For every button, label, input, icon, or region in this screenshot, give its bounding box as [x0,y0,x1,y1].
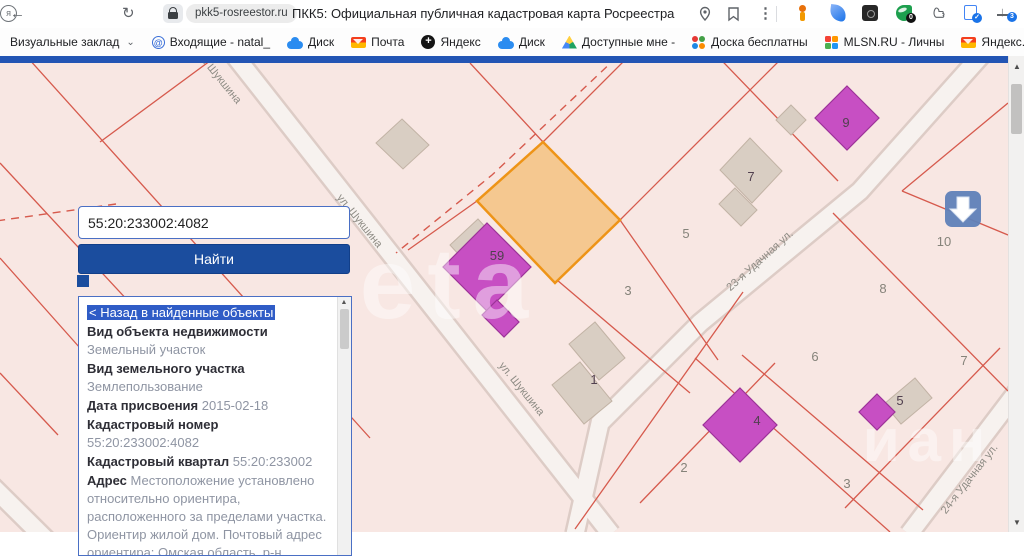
info-row: Вид объекта недвижимости Земельный участ… [87,323,332,359]
building[interactable] [376,119,429,169]
info-row: Адрес Местоположение установлено относит… [87,472,332,555]
parcel-number: 59 [490,248,504,263]
bookmark-yandex[interactable]: +Яндекс [421,35,480,49]
parcel-number: 7 [747,169,754,184]
drive-triangle-icon [562,36,577,49]
parcel-number: 9 [842,115,849,130]
parcel-number: 10 [937,234,951,249]
panel-scroll-thumb[interactable] [340,309,349,349]
bookmarks-bar: Визуальные заклад⌄ @Входящие - natal_ Ди… [0,28,1024,56]
location-pin-icon[interactable] [697,6,713,22]
building[interactable] [776,105,806,135]
parcel-info-content: < Назад в найденные объекты Вид объекта … [79,297,338,555]
yandex-plus-icon: + [421,35,435,49]
download-badge: 3 [1007,12,1017,22]
bookmark-shared[interactable]: Доступные мне - [562,35,675,49]
extension-hand-icon[interactable] [930,5,946,21]
menu-dots-icon[interactable]: ⋮ [758,4,773,24]
parcel-number: 6 [811,349,818,364]
info-row: Кадастровый квартал 55:20:233002 [87,453,332,471]
toolbar-divider [776,6,777,22]
find-button[interactable]: Найти [78,244,350,274]
map-arrow-button[interactable] [945,191,981,227]
cloud-icon [498,41,514,49]
doc-check-badge: ✓ [972,13,982,23]
scroll-down-icon[interactable]: ▼ [1009,518,1024,527]
building-4[interactable] [703,388,777,462]
parcel-number: 2 [680,460,687,475]
page-scrollbar[interactable]: ▲ ▼ [1008,56,1024,532]
cadastral-search-input[interactable] [78,206,350,239]
extension-dark-icon[interactable] [862,5,878,21]
extension-badge: 0 [906,13,916,23]
back-to-results-link[interactable]: < Назад в найденные объекты [87,305,275,320]
color-dots-icon [692,35,706,49]
extension-feather-icon[interactable] [829,4,847,22]
page-title: ПКК5: Официальная публичная кадастровая … [292,6,674,21]
browser-toolbar: ← я ↻ pkk5-rosreestor.ru ПКК5: Официальн… [0,0,1024,29]
parcel-number: 4 [753,413,760,428]
cloud-icon [287,41,303,49]
parcel-number: 1 [590,372,597,387]
parcel-number: 5 [896,393,903,408]
bookmark-mlsn[interactable]: MLSN.RU - Личны [825,35,945,49]
scroll-up-icon[interactable]: ▲ [1009,62,1024,71]
info-row: Дата присвоения 2015-02-18 [87,397,332,415]
address-bar[interactable]: pkk5-rosreestor.ru [186,4,297,23]
envelope-icon [351,37,366,48]
lock-body [168,12,178,19]
bookmark-icon[interactable] [726,6,741,22]
bookmark-board[interactable]: Доска бесплатны [692,35,808,49]
chevron-down-icon: ⌄ [126,37,134,48]
yandex-browser-icon[interactable]: я [0,5,17,22]
bookmark-visual-tabs[interactable]: Визуальные заклад⌄ [10,35,135,49]
panel-accent-square [77,275,89,287]
mail-at-icon: @ [152,36,165,49]
scroll-up-icon[interactable]: ▲ [338,299,350,306]
info-row: Вид земельного участка Землепользование [87,360,332,396]
site-header-bar [0,56,1008,63]
bookmark-inbox[interactable]: @Входящие - natal_ [152,35,270,49]
envelope-icon [961,37,976,48]
extension-orange-icon[interactable] [794,5,810,21]
parcel-info-panel: < Назад в найденные объекты Вид объекта … [78,296,352,556]
parcel-number: 7 [960,353,967,368]
download-icon[interactable]: ↓ [999,4,1006,19]
scroll-thumb[interactable] [1011,84,1022,134]
panel-scrollbar[interactable]: ▲ [337,297,351,555]
reload-icon[interactable]: ↻ [122,4,135,24]
info-row: Кадастровый номер 55:20:233002:4082 [87,416,332,452]
bookmark-mail[interactable]: Почта [351,35,404,49]
parcel-number: 3 [624,283,631,298]
parcel-number: 8 [879,281,886,296]
parcel-number: 5 [682,226,689,241]
watermark: eta [360,228,541,340]
color-grid-icon [825,35,839,49]
bookmark-disk-2[interactable]: Диск [498,35,545,49]
parcel-number: 3 [843,476,850,491]
bookmark-yandex-mail[interactable]: Яндекс.Почт [961,35,1024,49]
lock-icon[interactable] [163,4,183,23]
bookmark-disk-1[interactable]: Диск [287,35,334,49]
